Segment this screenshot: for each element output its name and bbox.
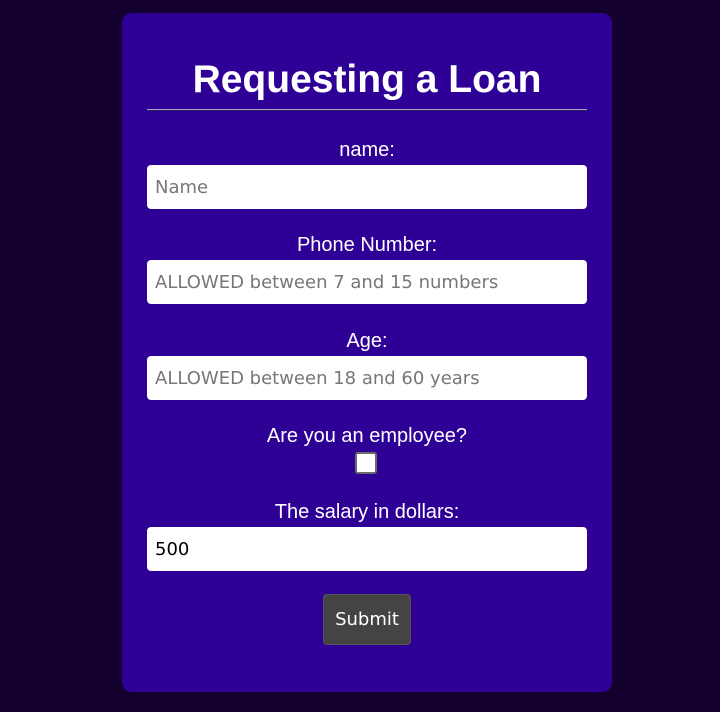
employee-checkbox[interactable] xyxy=(355,452,377,474)
name-input[interactable] xyxy=(147,165,587,209)
phone-number-input[interactable] xyxy=(147,260,587,304)
phone-number-label: Phone Number: xyxy=(296,234,438,256)
loan-form-card: Requesting a Loan name: Phone Number: Ag… xyxy=(122,13,612,692)
salary-label: The salary in dollars: xyxy=(274,501,460,523)
salary-input[interactable] xyxy=(147,527,587,571)
age-label: Age: xyxy=(346,330,388,352)
name-label: name: xyxy=(339,139,395,161)
age-input[interactable] xyxy=(147,356,587,400)
form-title: Requesting a Loan xyxy=(192,58,542,101)
employee-label: Are you an employee? xyxy=(266,425,468,447)
title-divider xyxy=(147,109,587,111)
submit-button[interactable]: Submit xyxy=(323,594,411,645)
